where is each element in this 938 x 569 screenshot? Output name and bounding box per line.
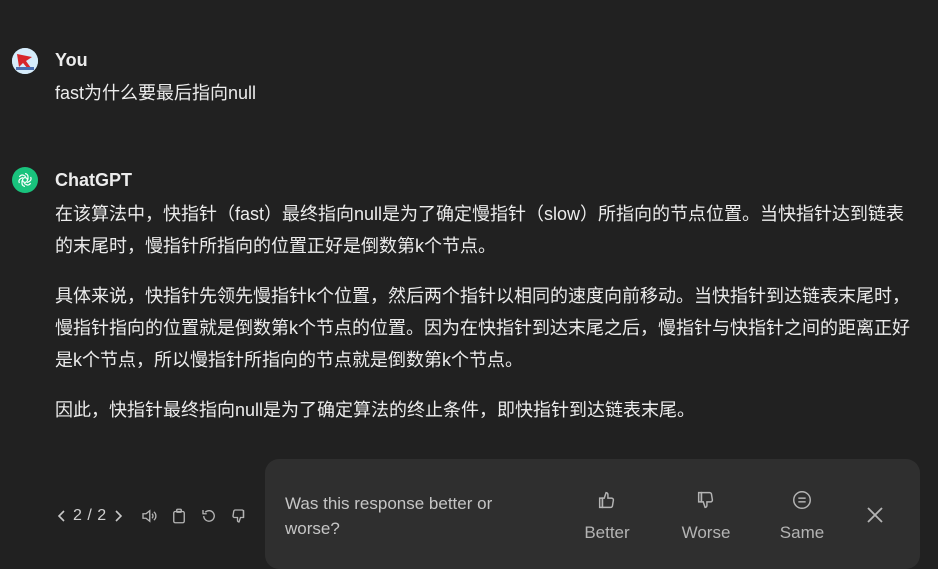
better-label: Better xyxy=(584,523,630,542)
better-button[interactable]: Better xyxy=(572,487,642,543)
user-name: You xyxy=(55,50,88,70)
same-button[interactable]: Same xyxy=(767,487,837,543)
copy-icon[interactable] xyxy=(169,506,189,526)
assistant-message: 在该算法中，快指针（fast）最终指向null是为了确定慢指针（slow）所指向… xyxy=(55,198,910,444)
user-message: fast为什么要最后指向null xyxy=(55,83,257,103)
pager-text: 2 / 2 xyxy=(73,507,107,524)
thumbs-down-icon[interactable] xyxy=(229,506,249,526)
close-icon[interactable] xyxy=(863,503,887,527)
worse-label: Worse xyxy=(681,523,731,542)
regenerate-icon[interactable] xyxy=(199,506,219,526)
thumbs-up-icon xyxy=(572,487,642,513)
same-label: Same xyxy=(779,523,825,542)
answer-paragraph: 在该算法中，快指针（fast）最终指向null是为了确定慢指针（slow）所指向… xyxy=(55,204,905,256)
feedback-question: Was this response better or worse? xyxy=(285,494,493,538)
thumbs-down-icon xyxy=(671,487,741,513)
answer-paragraph: 因此，快指针最终指向null是为了确定算法的终止条件，即快指针到达链表末尾。 xyxy=(55,400,696,420)
user-avatar xyxy=(12,48,38,74)
answer-paragraph: 具体来说，快指针先领先慢指针k个位置，然后两个指针以相同的速度向前移动。当快指针… xyxy=(55,286,910,370)
speaker-icon[interactable] xyxy=(139,506,159,526)
response-pager: 2 / 2 xyxy=(55,506,125,526)
message-toolbar: 2 / 2 xyxy=(55,504,259,528)
chevron-right-icon[interactable] xyxy=(111,506,125,526)
worse-button[interactable]: Worse xyxy=(671,487,741,543)
assistant-name: ChatGPT xyxy=(55,170,133,190)
chatgpt-logo-icon xyxy=(12,167,38,193)
chevron-left-icon[interactable] xyxy=(55,506,69,526)
feedback-panel: Was this response better or worse? Bette… xyxy=(265,459,920,569)
equal-circle-icon xyxy=(767,487,837,513)
